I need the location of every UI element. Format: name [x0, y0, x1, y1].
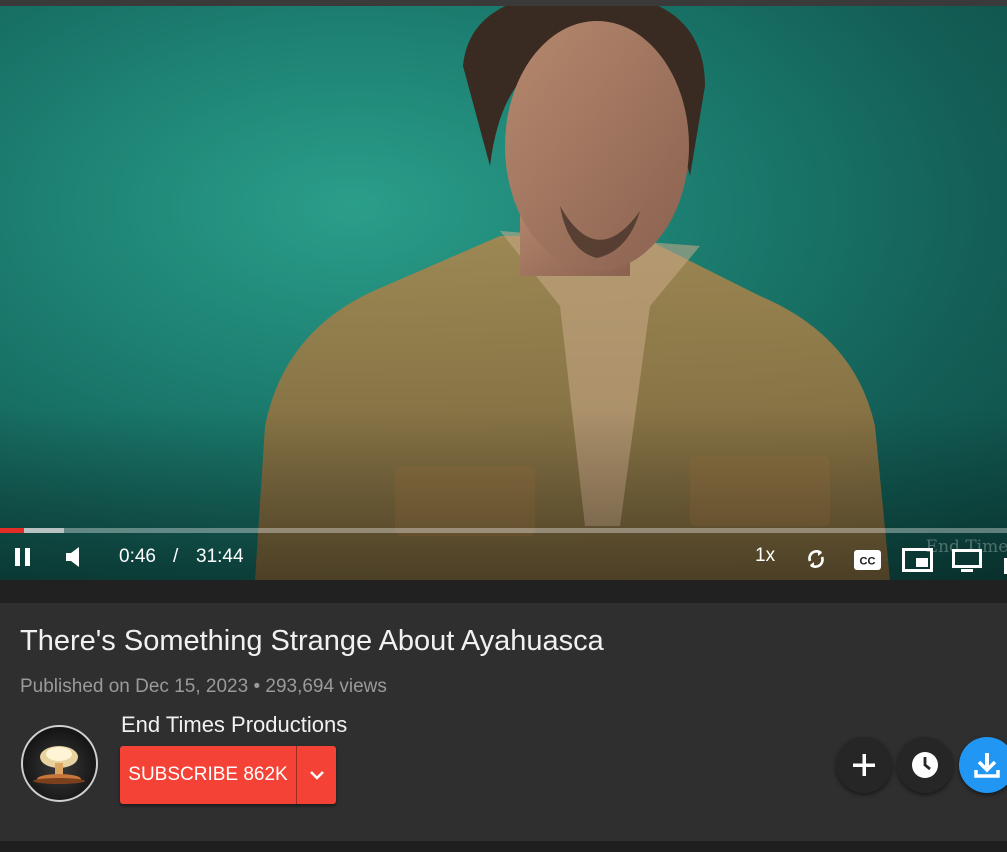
loop-icon[interactable] [803, 546, 829, 572]
time-separator: / [173, 546, 179, 567]
cc-icon[interactable]: CC [853, 549, 881, 571]
divider [0, 580, 1007, 603]
mushroom-cloud-logo [33, 746, 85, 784]
current-time: 0:46 [119, 546, 156, 567]
channel-name[interactable]: End Times Productions [121, 712, 347, 738]
progress-bar[interactable] [0, 528, 1007, 533]
playback-rate-button[interactable]: 1x [755, 545, 775, 567]
picture-in-picture-icon[interactable] [901, 547, 933, 573]
video-player[interactable]: End Times 0:46 / 31:44 1x CC [0, 6, 1007, 580]
meta-separator: • [253, 676, 261, 697]
chevron-down-icon[interactable] [297, 746, 336, 804]
svg-text:CC: CC [859, 556, 875, 568]
video-info-area: There's Something Strange About Ayahuasc… [0, 580, 1007, 852]
clock-icon [912, 752, 938, 778]
video-shade [0, 6, 1007, 580]
more-controls-icon[interactable] [1000, 556, 1007, 574]
add-to-playlist-button[interactable] [836, 737, 892, 793]
pause-icon[interactable] [10, 545, 36, 569]
progress-played [0, 528, 25, 533]
player-controls: 0:46 / 31:44 1x CC [0, 534, 1007, 580]
video-meta: Published on Dec 15, 2023 • 293,694 view… [20, 676, 387, 698]
channel-avatar[interactable] [21, 725, 98, 802]
volume-icon[interactable] [62, 545, 86, 569]
watch-later-button[interactable] [897, 737, 953, 793]
download-icon [974, 753, 1000, 778]
bottom-divider [0, 841, 1007, 852]
add-icon [853, 754, 875, 776]
subscribe-label: SUBSCRIBE 862K [128, 764, 288, 785]
duration: 31:44 [196, 546, 244, 567]
published-date: Published on Dec 15, 2023 [20, 676, 249, 697]
download-button[interactable] [959, 737, 1007, 793]
cast-tv-icon[interactable] [951, 548, 983, 574]
view-count: 293,694 views [265, 676, 387, 697]
video-info-panel: There's Something Strange About Ayahuasc… [0, 603, 1007, 841]
subscribe-button[interactable]: SUBSCRIBE 862K [120, 746, 336, 804]
video-title: There's Something Strange About Ayahuasc… [20, 625, 604, 657]
